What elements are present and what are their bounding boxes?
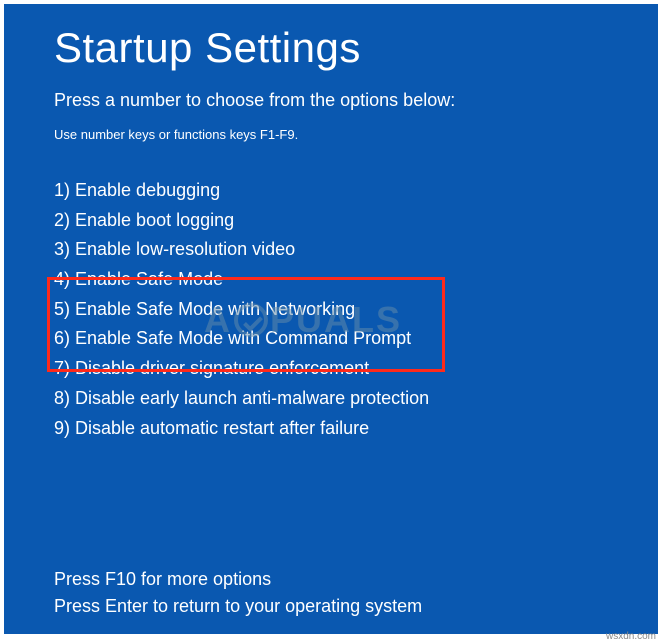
key-hint: Use number keys or functions keys F1-F9. [54,127,618,142]
instruction-subtitle: Press a number to choose from the option… [54,90,618,111]
footer-more-options: Press F10 for more options [54,566,422,593]
option-enable-boot-logging[interactable]: 2) Enable boot logging [54,206,618,236]
option-enable-debugging[interactable]: 1) Enable debugging [54,176,618,206]
option-disable-driver-signature[interactable]: 7) Disable driver signature enforcement [54,354,618,384]
option-enable-low-resolution-video[interactable]: 3) Enable low-resolution video [54,235,618,265]
option-disable-anti-malware[interactable]: 8) Disable early launch anti-malware pro… [54,384,618,414]
page-title: Startup Settings [54,24,618,72]
attribution-text: wsxdn.com [606,631,656,642]
footer-return: Press Enter to return to your operating … [54,593,422,620]
option-disable-auto-restart[interactable]: 9) Disable automatic restart after failu… [54,414,618,444]
options-list: 1) Enable debugging 2) Enable boot loggi… [54,176,618,443]
startup-settings-screen: Startup Settings Press a number to choos… [4,4,658,634]
option-enable-safe-mode-command-prompt[interactable]: 6) Enable Safe Mode with Command Prompt [54,324,618,354]
option-enable-safe-mode-networking[interactable]: 5) Enable Safe Mode with Networking [54,295,618,325]
footer-instructions: Press F10 for more options Press Enter t… [54,566,422,620]
option-enable-safe-mode[interactable]: 4) Enable Safe Mode [54,265,618,295]
